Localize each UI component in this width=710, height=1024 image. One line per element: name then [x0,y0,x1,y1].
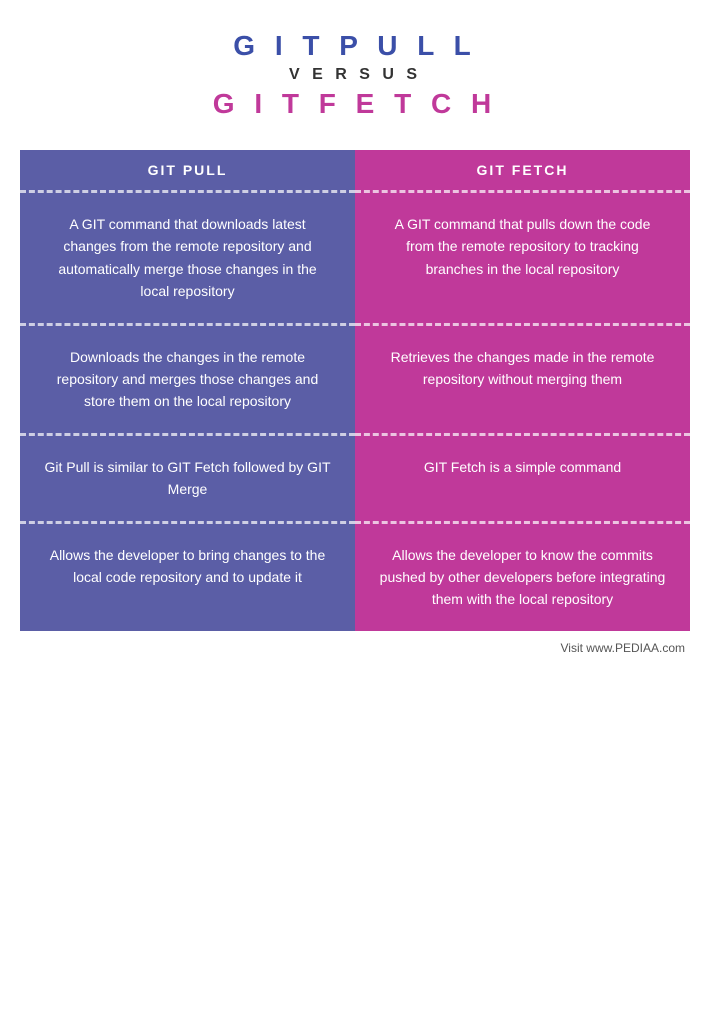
pull-header: GIT PULL [20,150,355,190]
pull-definition: A GIT command that downloads latest chan… [20,190,355,323]
table-row: Git Pull is similar to GIT Fetch followe… [20,433,690,521]
title-section: G I T P U L L V E R S U S G I T F E T C … [213,30,497,120]
footer-note: Visit www.PEDIAA.com [20,641,690,655]
table-row: Downloads the changes in the remote repo… [20,323,690,433]
fetch-developer: Allows the developer to know the commits… [355,521,690,631]
title-git-pull: G I T P U L L [213,30,497,62]
fetch-changes: Retrieves the changes made in the remote… [355,323,690,433]
table-row: Allows the developer to bring changes to… [20,521,690,631]
pull-changes: Downloads the changes in the remote repo… [20,323,355,433]
comparison-table: GIT PULL GIT FETCH A GIT command that do… [20,150,690,631]
fetch-definition: A GIT command that pulls down the code f… [355,190,690,323]
pull-developer: Allows the developer to bring changes to… [20,521,355,631]
fetch-similarity: GIT Fetch is a simple command [355,433,690,521]
title-versus: V E R S U S [213,66,497,84]
table-row: A GIT command that downloads latest chan… [20,190,690,323]
title-git-fetch: G I T F E T C H [213,88,497,120]
header-row: GIT PULL GIT FETCH [20,150,690,190]
fetch-header: GIT FETCH [355,150,690,190]
pull-similarity: Git Pull is similar to GIT Fetch followe… [20,433,355,521]
